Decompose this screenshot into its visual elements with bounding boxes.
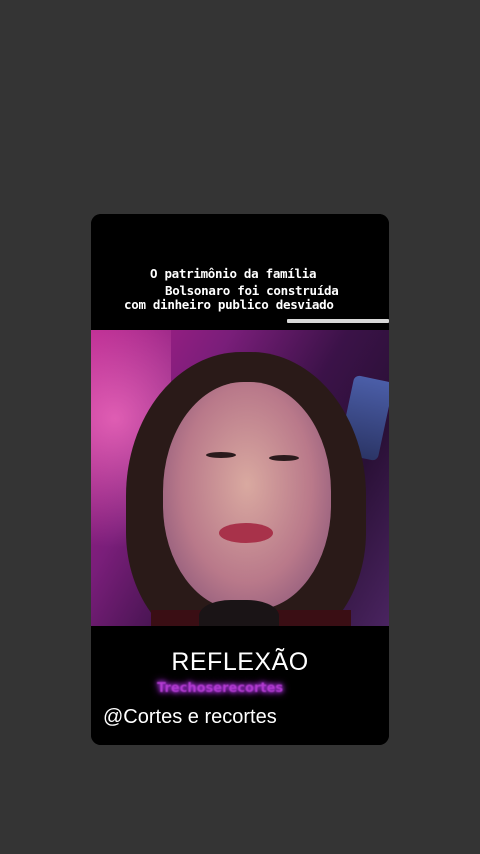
- video-frame[interactable]: [91, 330, 389, 626]
- progress-bar: [287, 319, 389, 323]
- caption-line-2: Bolsonaro foi construída: [165, 283, 339, 298]
- channel-handle: @Cortes e recortes: [103, 706, 277, 728]
- right-eye: [269, 455, 299, 461]
- left-eye: [206, 452, 236, 458]
- caption-line-3: com dinheiro publico desviado: [124, 297, 334, 312]
- lips: [219, 523, 273, 543]
- title-text: REFLEXÃO: [171, 648, 309, 676]
- person-face: [163, 382, 331, 610]
- caption-line-1: O patrimônio da família: [150, 266, 317, 281]
- microphone: [199, 600, 279, 626]
- watermark-text: Trechoserecortes: [157, 681, 284, 696]
- story-card[interactable]: O patrimônio da família Bolsonaro foi co…: [91, 214, 389, 745]
- caption-footer: REFLEXÃO Trechoserecortes @Cortes e reco…: [91, 626, 389, 745]
- caption-header: O patrimônio da família Bolsonaro foi co…: [91, 214, 389, 330]
